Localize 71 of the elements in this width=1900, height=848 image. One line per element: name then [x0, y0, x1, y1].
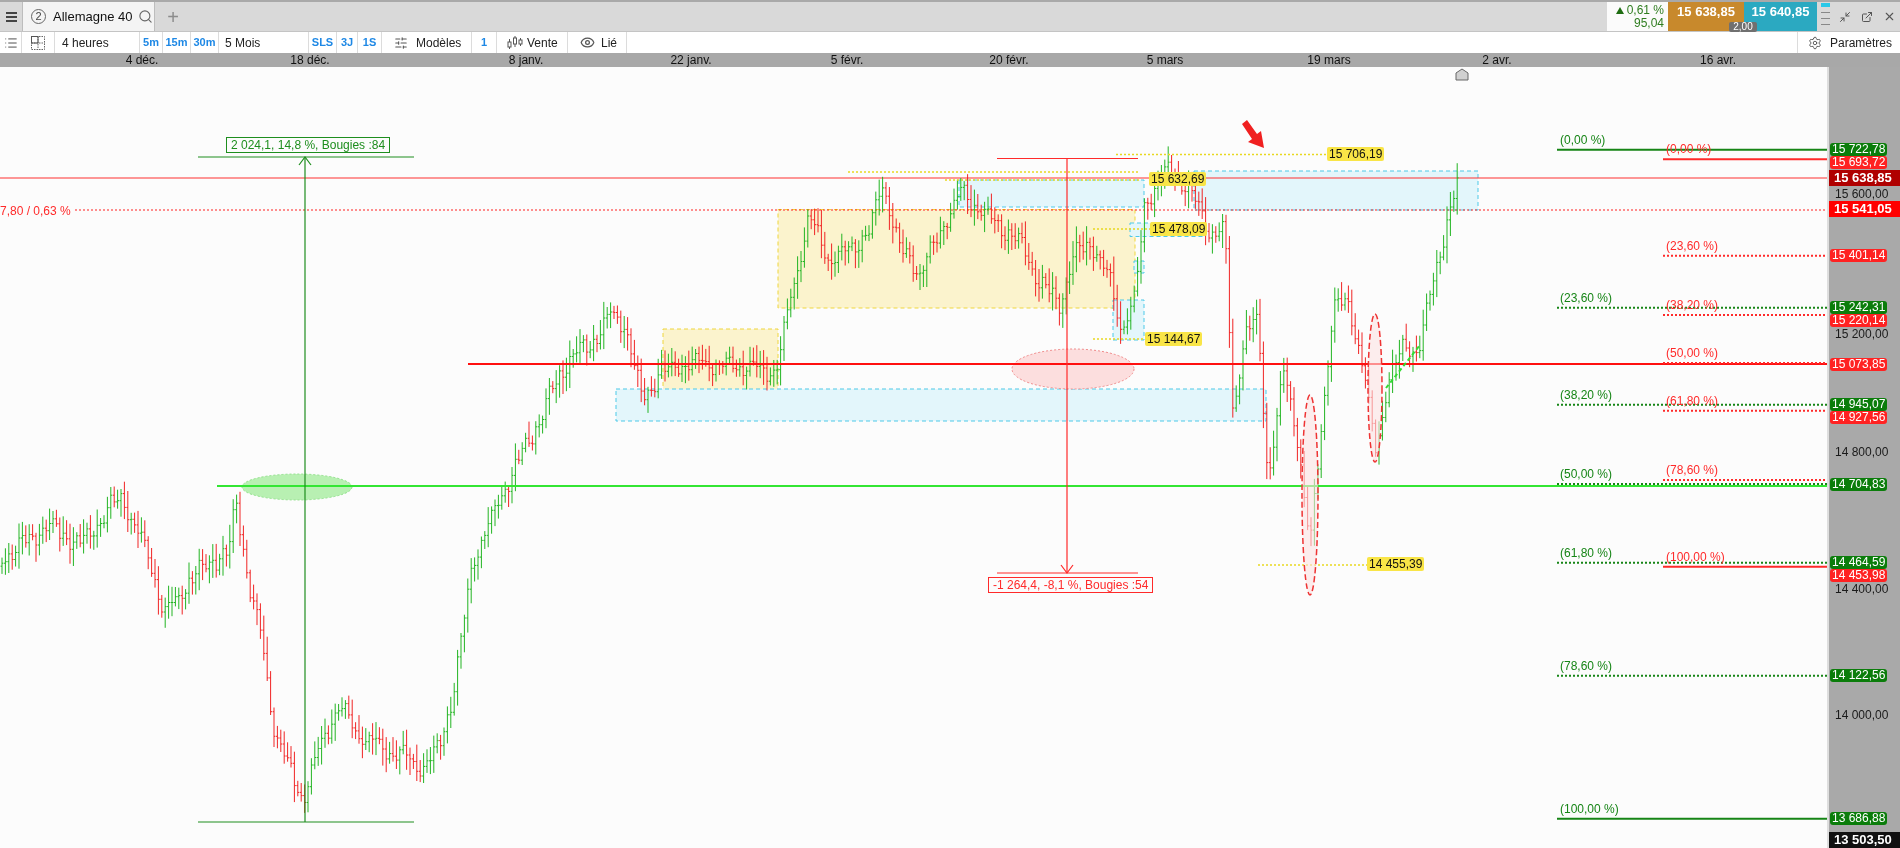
- price-tick-label: 15 600,00: [1835, 187, 1889, 200]
- price-marker: 15 073,85: [1830, 357, 1888, 371]
- gear-icon: [1808, 35, 1822, 50]
- price-marker: 14 464,59: [1830, 555, 1888, 569]
- change-points: 95,04: [1633, 16, 1664, 30]
- change-percent: 0,61 %: [1626, 3, 1664, 17]
- price-marker: 15 242,31: [1830, 300, 1888, 314]
- price-marker: 15 220,14: [1830, 314, 1888, 327]
- sliders-icon: [394, 35, 408, 50]
- date-label: 5 mars: [1146, 53, 1184, 67]
- price-marker: 14 945,07: [1830, 397, 1888, 411]
- price-marker: 14 704,83: [1830, 477, 1888, 491]
- price-tag: 15 478,09: [1150, 222, 1208, 236]
- fib-level-label: (23,60 %): [1560, 290, 1613, 305]
- date-label: 22 janv.: [670, 53, 712, 67]
- price-marker: 15 638,85: [1829, 170, 1900, 186]
- price-tick-label: 14 800,00: [1835, 446, 1889, 458]
- fib-level-label: (38,20 %): [1666, 298, 1719, 312]
- price-marker: 15 722,78: [1830, 142, 1888, 156]
- spread-badge: 2,00: [1729, 22, 1757, 32]
- measure-label: -1 264,4, -8,1 %, Bougies :54: [988, 577, 1154, 593]
- fib-level-label: (100,00 %): [1666, 549, 1725, 564]
- price-marker: 14 453,98: [1830, 569, 1888, 582]
- price-marker: 13 686,88: [1830, 811, 1888, 825]
- date-label: 5 févr.: [830, 53, 864, 67]
- line-label: 7,80 / 0,63 %: [0, 204, 71, 218]
- diagonal-arrow-icon: [1242, 120, 1264, 148]
- price-tag: 15 144,67: [1145, 332, 1203, 346]
- price-tick-label: 14 000,00: [1835, 709, 1889, 721]
- layout-grid-icon[interactable]: [31, 35, 45, 50]
- eye-icon: [580, 35, 595, 50]
- fib-level-label: (78,60 %): [1560, 658, 1613, 673]
- fib-level-label: (100,00 %): [1560, 801, 1619, 816]
- fib-level-label: (50,00 %): [1560, 467, 1613, 481]
- candlestick-icon: [507, 35, 523, 50]
- price-tag: 15 632,69: [1149, 172, 1207, 186]
- price-marker: 15 401,14: [1830, 248, 1888, 262]
- fib-level-label: (0,00 %): [1560, 132, 1606, 147]
- menu-icon[interactable]: [5, 11, 17, 22]
- date-label: 16 avr.: [1700, 53, 1736, 67]
- date-label: 18 déc.: [290, 53, 330, 67]
- price-marker: 15 693,72: [1830, 156, 1888, 169]
- leader-line: [1092, 228, 1151, 230]
- price-tick-label: 15 200,00: [1835, 328, 1889, 340]
- fib-level-label: (61,80 %): [1666, 393, 1719, 408]
- price-tick-label: 14 400,00: [1835, 583, 1889, 595]
- date-label: 4 déc.: [125, 53, 159, 67]
- external-link-icon[interactable]: [1861, 10, 1873, 23]
- fib-level-label: (23,60 %): [1666, 238, 1719, 253]
- trend-line: [1385, 344, 1421, 389]
- price-tag: 14 455,39: [1367, 557, 1425, 571]
- price-marker: 14 927,56: [1830, 411, 1888, 424]
- leader-line: [1092, 338, 1146, 340]
- search-icon[interactable]: [137, 9, 153, 24]
- new-tab-button[interactable]: +: [163, 2, 183, 31]
- price-marker: 15 541,05: [1829, 201, 1900, 217]
- price-marker: 14 122,56: [1830, 668, 1888, 682]
- fib-level-label: (61,80 %): [1560, 545, 1613, 560]
- date-label: 20 févr.: [989, 53, 1029, 67]
- price-tag: 15 706,19: [1327, 147, 1385, 161]
- date-label: 2 avr.: [1482, 53, 1512, 67]
- chart-tab[interactable]: 2 Allemagne 40: [22, 2, 155, 31]
- measure-label: 2 024,1, 14,8 %, Bougies :84: [226, 137, 391, 153]
- date-label: 19 mars: [1307, 53, 1351, 67]
- date-label: 8 janv.: [508, 53, 544, 67]
- fib-level-label: (78,60 %): [1666, 463, 1719, 477]
- fib-level-label: (38,20 %): [1560, 387, 1613, 402]
- collapse-icon[interactable]: [1839, 10, 1851, 23]
- fib-level-label: (50,00 %): [1666, 346, 1719, 360]
- list-icon[interactable]: [3, 35, 18, 50]
- price-marker: 13 503,50: [1829, 832, 1900, 848]
